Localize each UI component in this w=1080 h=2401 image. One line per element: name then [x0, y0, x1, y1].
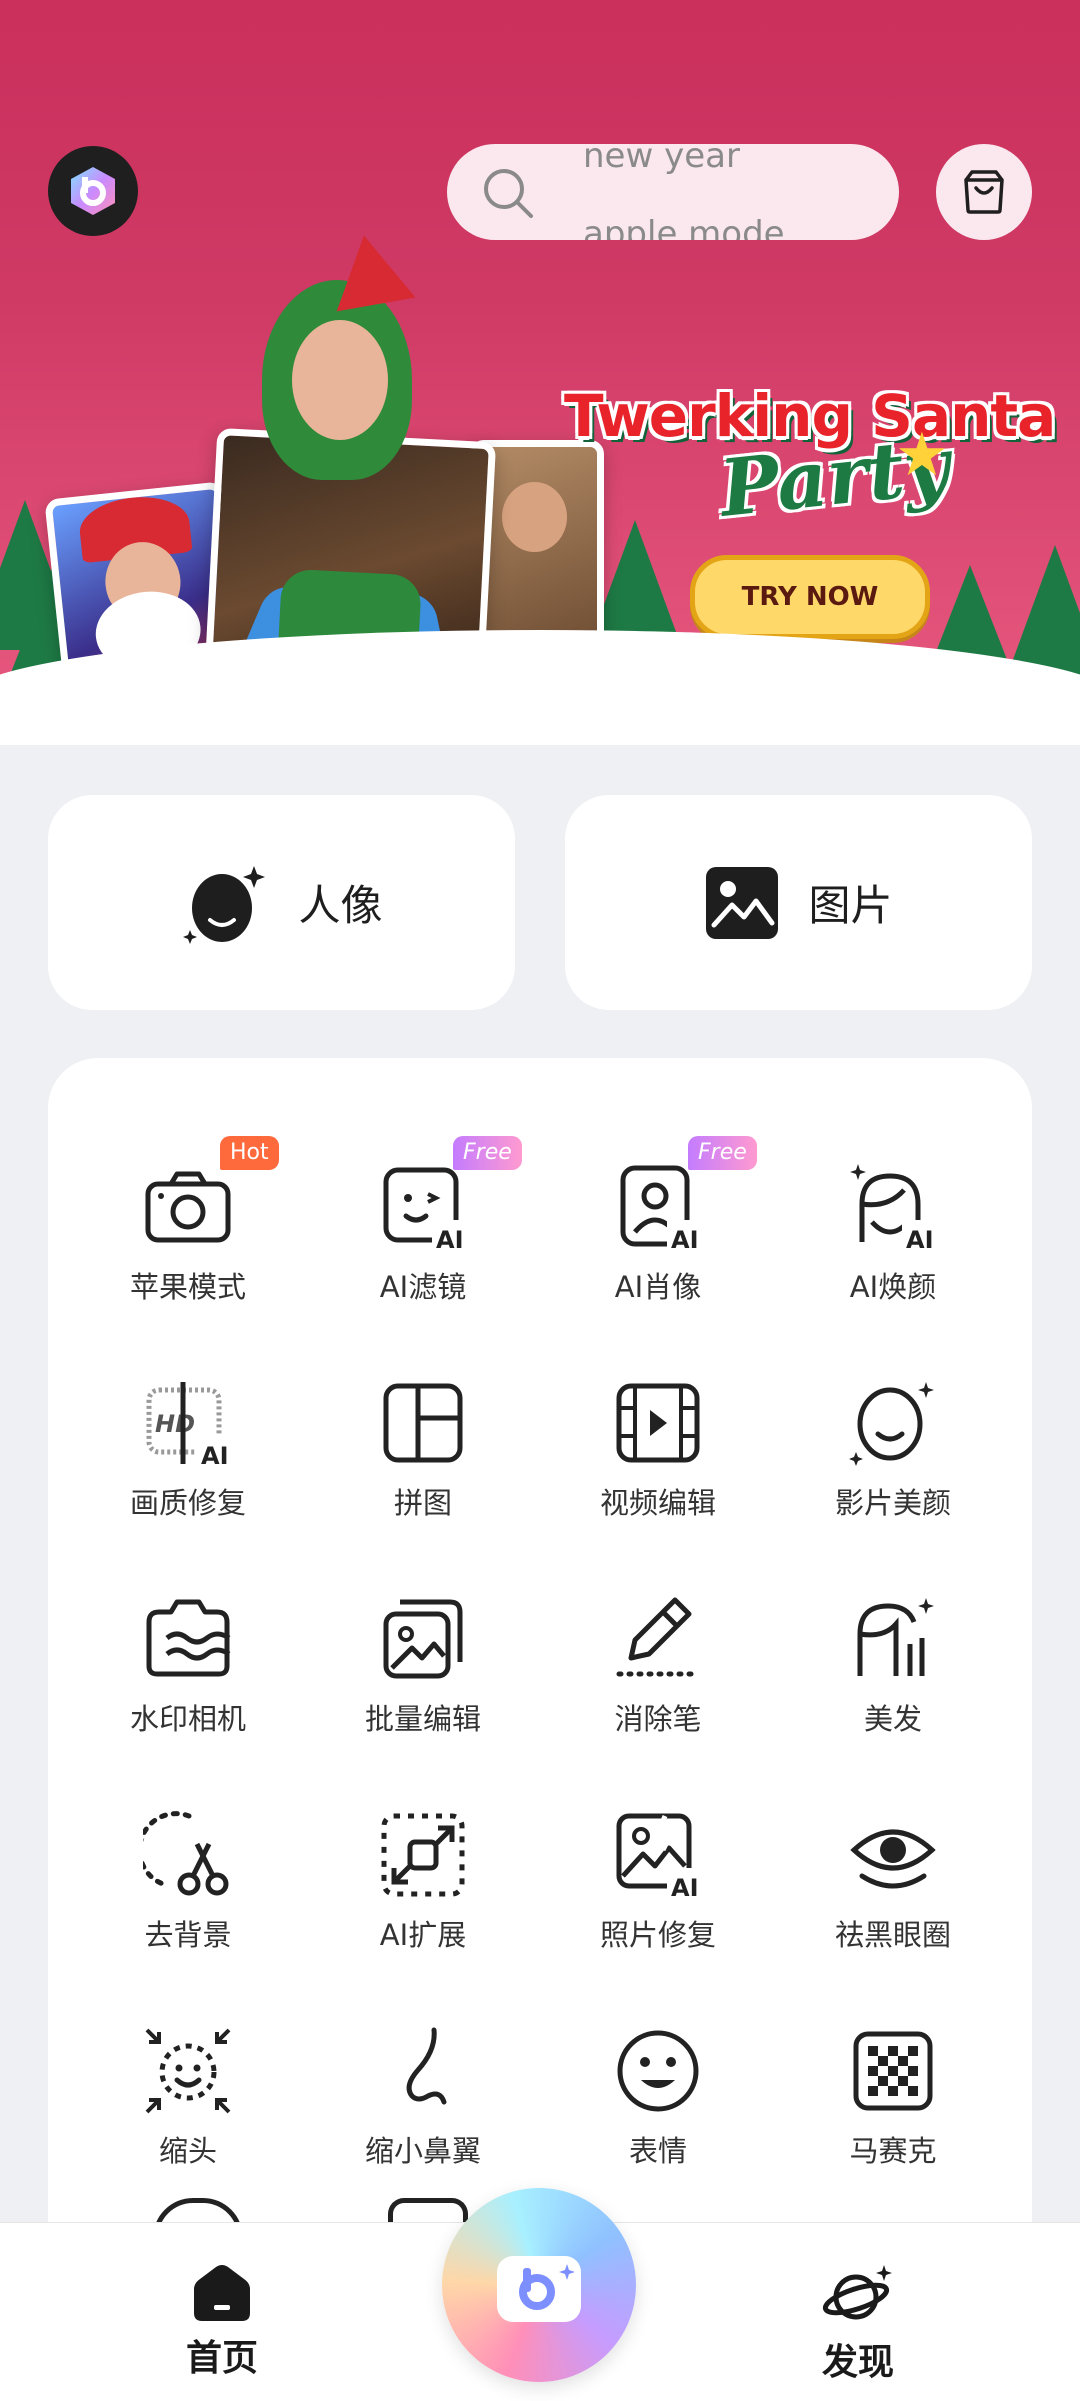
tool-label: 祛黑眼圈 — [834, 1918, 951, 1952]
tool-mosaic[interactable]: 马赛克 — [793, 1962, 993, 2168]
watermark-camera-icon — [146, 1599, 231, 1677]
svg-text:AI: AI — [201, 1442, 229, 1468]
tool-ai-beauty[interactable]: AI AI焕颜 — [793, 1098, 993, 1304]
planet-icon — [822, 2265, 892, 2320]
tool-label: 缩小鼻翼 — [364, 2134, 481, 2168]
search-bar[interactable]: new year apple mode — [447, 144, 899, 240]
tool-ai-filter[interactable]: Free AI AI滤镜 — [323, 1098, 523, 1304]
tool-label: 美发 — [863, 1702, 922, 1736]
home-icon — [194, 2265, 250, 2321]
tool-label: 去背景 — [144, 1918, 232, 1952]
hd-repair-icon: HD AI — [146, 1382, 233, 1468]
head-shrink-icon — [145, 2028, 231, 2114]
tool-hair[interactable]: 美发 — [793, 1530, 993, 1736]
tool-eraser-pen[interactable]: 消除笔 — [558, 1530, 758, 1736]
star-icon: ★ — [895, 420, 949, 490]
svg-text:AI: AI — [436, 1226, 464, 1252]
ai-expand-icon — [381, 1813, 465, 1897]
video-beauty-icon — [849, 1382, 934, 1466]
tool-label: AI滤镜 — [379, 1270, 467, 1304]
nav-home[interactable]: 首页 — [142, 2263, 302, 2381]
portrait-card[interactable]: 人像 — [48, 795, 515, 1010]
ai-portrait-icon: AI — [620, 1165, 703, 1252]
camera-logo-icon — [497, 2256, 581, 2322]
tool-label: 视频编辑 — [599, 1486, 716, 1520]
camera-fab-button[interactable] — [442, 2188, 636, 2382]
tool-watermark-camera[interactable]: 水印相机 — [88, 1530, 288, 1736]
image-label: 图片 — [808, 881, 893, 930]
tool-label: 影片美颜 — [834, 1486, 951, 1520]
expression-icon — [617, 2030, 699, 2112]
tool-nose[interactable]: 缩小鼻翼 — [323, 1962, 523, 2168]
portrait-icon — [183, 865, 266, 944]
svg-text:AI: AI — [671, 1226, 699, 1252]
camera-icon — [145, 1171, 231, 1243]
image-card[interactable]: 图片 — [565, 795, 1032, 1010]
tool-batch-edit[interactable]: 批量编辑 — [323, 1530, 523, 1736]
svg-text:AI: AI — [906, 1226, 934, 1252]
search-placeholder-next: apple mode — [583, 214, 785, 240]
tool-apple-mode[interactable]: Hot 苹果模式 — [88, 1098, 288, 1304]
snow-ground — [0, 630, 1080, 745]
tool-label: 批量编辑 — [364, 1702, 481, 1736]
tool-hd-repair[interactable]: HD AI 画质修复 — [88, 1314, 288, 1520]
tool-label: AI肖像 — [614, 1270, 702, 1304]
tool-label: 画质修复 — [129, 1486, 246, 1520]
eraser-pen-icon — [616, 1597, 700, 1677]
nav-discover[interactable]: 发现 — [778, 2263, 938, 2385]
tool-label: 表情 — [628, 2134, 687, 2168]
nav-home-label: 首页 — [185, 2338, 258, 2379]
tool-label: 消除笔 — [614, 1702, 702, 1736]
mosaic-icon — [853, 2031, 933, 2111]
shop-button[interactable] — [936, 144, 1032, 240]
tool-label: 拼图 — [393, 1486, 452, 1520]
portrait-label: 人像 — [298, 881, 383, 930]
promo-banner[interactable]: new year apple mode Twerking Santa Party… — [0, 0, 1080, 745]
shopping-bag-icon — [964, 170, 1004, 214]
tool-video-edit[interactable]: 视频编辑 — [558, 1314, 758, 1520]
app-logo-icon — [71, 167, 115, 215]
svg-text:AI: AI — [671, 1874, 699, 1900]
ai-beauty-icon: AI — [850, 1164, 938, 1252]
try-now-button[interactable]: TRY NOW — [690, 555, 930, 639]
image-icon — [706, 866, 779, 939]
tool-head-shrink[interactable]: 缩头 — [88, 1962, 288, 2168]
remove-background-icon — [143, 1811, 229, 1896]
tool-ai-expand[interactable]: AI扩展 — [323, 1746, 523, 1952]
search-icon — [484, 169, 533, 218]
tool-dark-circle[interactable]: 祛黑眼圈 — [793, 1746, 993, 1952]
tool-label: 苹果模式 — [129, 1270, 246, 1304]
tool-label: AI焕颜 — [849, 1270, 937, 1304]
tool-collage[interactable]: 拼图 — [323, 1314, 523, 1520]
tool-video-beauty[interactable]: 影片美颜 — [793, 1314, 993, 1520]
tool-photo-repair[interactable]: AI 照片修复 — [558, 1746, 758, 1952]
tools-panel: Hot 苹果模式 Free AI AI滤镜 Free AI AI肖像 AI AI… — [48, 1058, 1032, 2358]
dark-circle-icon — [850, 1829, 936, 1889]
batch-edit-icon — [383, 1599, 463, 1679]
tool-ai-portrait[interactable]: Free AI AI肖像 — [558, 1098, 758, 1304]
svg-text:HD: HD — [155, 1410, 195, 1438]
tool-label: 水印相机 — [129, 1702, 246, 1736]
search-placeholder: new year — [583, 144, 740, 176]
video-edit-icon — [616, 1383, 700, 1463]
hair-icon — [857, 1598, 934, 1676]
collage-icon — [383, 1383, 463, 1463]
app-logo-button[interactable] — [48, 146, 138, 236]
tool-expression[interactable]: 表情 — [558, 1962, 758, 2168]
nav-discover-label: 发现 — [821, 2342, 894, 2383]
photo-repair-icon: AI — [616, 1813, 703, 1900]
tool-label: AI扩展 — [379, 1918, 467, 1952]
ai-filter-icon: AI — [383, 1167, 468, 1252]
nose-icon — [406, 2027, 447, 2105]
tool-label: 照片修复 — [599, 1918, 716, 1952]
tool-label: 马赛克 — [849, 2134, 937, 2168]
tool-label: 缩头 — [158, 2134, 217, 2168]
tool-remove-background[interactable]: 去背景 — [88, 1746, 288, 1952]
